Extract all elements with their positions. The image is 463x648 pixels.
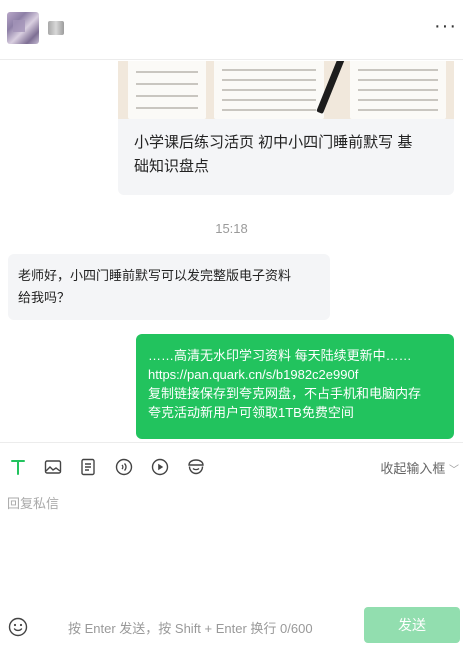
voice-icon[interactable] <box>114 457 134 477</box>
text-format-icon[interactable] <box>8 457 28 477</box>
video-icon[interactable] <box>150 457 170 477</box>
incoming-message-line-1: 老师好，小四门睡前默写可以发完整版电子资料 <box>18 268 292 283</box>
note-title-line-1: 小学课后练习活页 初中小四门睡前默写 基 <box>134 134 413 151</box>
send-hint: 按 Enter 发送，按 Shift + Enter 换行 0/600 <box>68 621 313 636</box>
image-icon[interactable] <box>43 457 63 477</box>
message-timestamp: 15:18 <box>215 221 248 236</box>
collapse-input-button[interactable]: 收起输入框 ﹀ <box>380 458 459 477</box>
incoming-message: 老师好，小四门睡前默写可以发完整版电子资料 给我吗？ <box>8 254 330 320</box>
note-cover-image <box>118 61 454 119</box>
outgoing-message-line-4: 夸克活动新用户可领取1TB免费空间 <box>148 405 354 420</box>
chevron-down-icon: ﹀ <box>449 465 459 476</box>
outgoing-message-line-3: 复制链接保存到夸克网盘，不占手机和电脑内存 <box>148 386 422 401</box>
incoming-message-line-2: 给我吗？ <box>18 290 71 305</box>
contact-name-blurred <box>48 21 64 35</box>
outgoing-message: ……高清无水印学习资料 每天陆续更新中…… https://pan.quark.… <box>136 334 454 439</box>
shared-note-card[interactable]: 小学课后练习活页 初中小四门睡前默写 基 础知识盘点 <box>118 61 454 195</box>
note-title: 小学课后练习活页 初中小四门睡前默写 基 础知识盘点 <box>134 131 444 179</box>
message-composer: 收起输入框 ﹀ 按 Enter 发送，按 Shift + Enter 换行 0/… <box>0 442 463 648</box>
collapse-input-label: 收起输入框 <box>380 461 446 476</box>
outgoing-message-link[interactable]: https://pan.quark.cn/s/b1982c2e990f <box>148 365 442 384</box>
message-list: 小学课后练习活页 初中小四门睡前默写 基 础知识盘点 15:18 老师好，小四门… <box>0 61 463 442</box>
avatar[interactable] <box>7 12 39 44</box>
reply-input[interactable] <box>7 493 455 603</box>
document-icon[interactable] <box>78 457 98 477</box>
more-options-icon[interactable]: ··· <box>434 16 457 36</box>
outgoing-message-line-1: ……高清无水印学习资料 每天陆续更新中…… <box>148 348 412 363</box>
chat-header: ··· <box>0 0 463 60</box>
sticker-icon[interactable] <box>186 457 206 477</box>
composer-toolbar: 收起输入框 ﹀ <box>0 457 463 477</box>
emoji-icon[interactable] <box>8 617 28 637</box>
send-button[interactable]: 发送 <box>364 607 460 643</box>
note-title-line-2: 础知识盘点 <box>134 158 210 175</box>
